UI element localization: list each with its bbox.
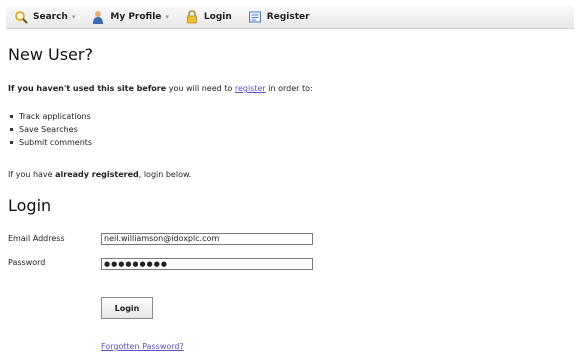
intro-text: If you haven't used this site before you…	[8, 84, 313, 93]
email-label: Email Address	[8, 234, 65, 243]
user-icon	[93, 11, 104, 24]
already-suffix: , login below.	[138, 170, 192, 179]
lock-icon	[187, 10, 197, 24]
intro-mid: you will need to	[166, 84, 235, 93]
list-item: Submit comments	[10, 136, 92, 149]
toolbar-register[interactable]: Register	[248, 6, 310, 28]
toolbar-my-profile[interactable]: My Profile ▾	[91, 6, 169, 28]
toolbar-register-label: Register	[266, 12, 310, 22]
login-button[interactable]: Login	[101, 297, 153, 319]
intro-end: in order to:	[265, 84, 313, 93]
toolbar-login[interactable]: Login	[185, 6, 232, 28]
list-item-label: Save Searches	[19, 125, 78, 134]
top-toolbar: Search ▾ My Profile ▾ Login Register	[6, 6, 574, 29]
register-link[interactable]: register	[235, 84, 266, 93]
list-item-label: Track applications	[19, 112, 91, 121]
list-item: Save Searches	[10, 123, 92, 136]
bullet-icon	[10, 115, 13, 118]
list-item: Track applications	[10, 110, 92, 123]
toolbar-search-label: Search	[33, 12, 68, 22]
search-icon	[15, 11, 28, 24]
already-bold: already registered	[55, 170, 139, 179]
intro-bold: If you haven't used this site before	[8, 84, 167, 93]
login-heading: Login	[8, 196, 52, 215]
register-form-icon	[248, 11, 261, 23]
already-prefix: If you have	[8, 170, 56, 179]
password-field[interactable]: ●●●●●●●●●	[101, 258, 313, 270]
email-field[interactable]: neil.williamson@idoxplc.com	[101, 233, 313, 245]
bullet-icon	[10, 128, 13, 131]
forgotten-password-link[interactable]: Forgotten Password?	[101, 342, 184, 351]
password-label: Password	[8, 258, 46, 267]
already-registered-text: If you have already registered, login be…	[8, 170, 191, 179]
benefits-list: Track applications Save Searches Submit …	[10, 110, 92, 149]
list-item-label: Submit comments	[19, 138, 93, 147]
bullet-icon	[10, 141, 13, 144]
toolbar-my-profile-label: My Profile	[110, 12, 162, 22]
toolbar-search[interactable]: Search ▾	[14, 6, 75, 28]
chevron-down-icon: ▾	[165, 13, 169, 21]
new-user-heading: New User?	[8, 45, 93, 64]
chevron-down-icon: ▾	[71, 13, 76, 21]
toolbar-login-label: Login	[203, 12, 232, 22]
